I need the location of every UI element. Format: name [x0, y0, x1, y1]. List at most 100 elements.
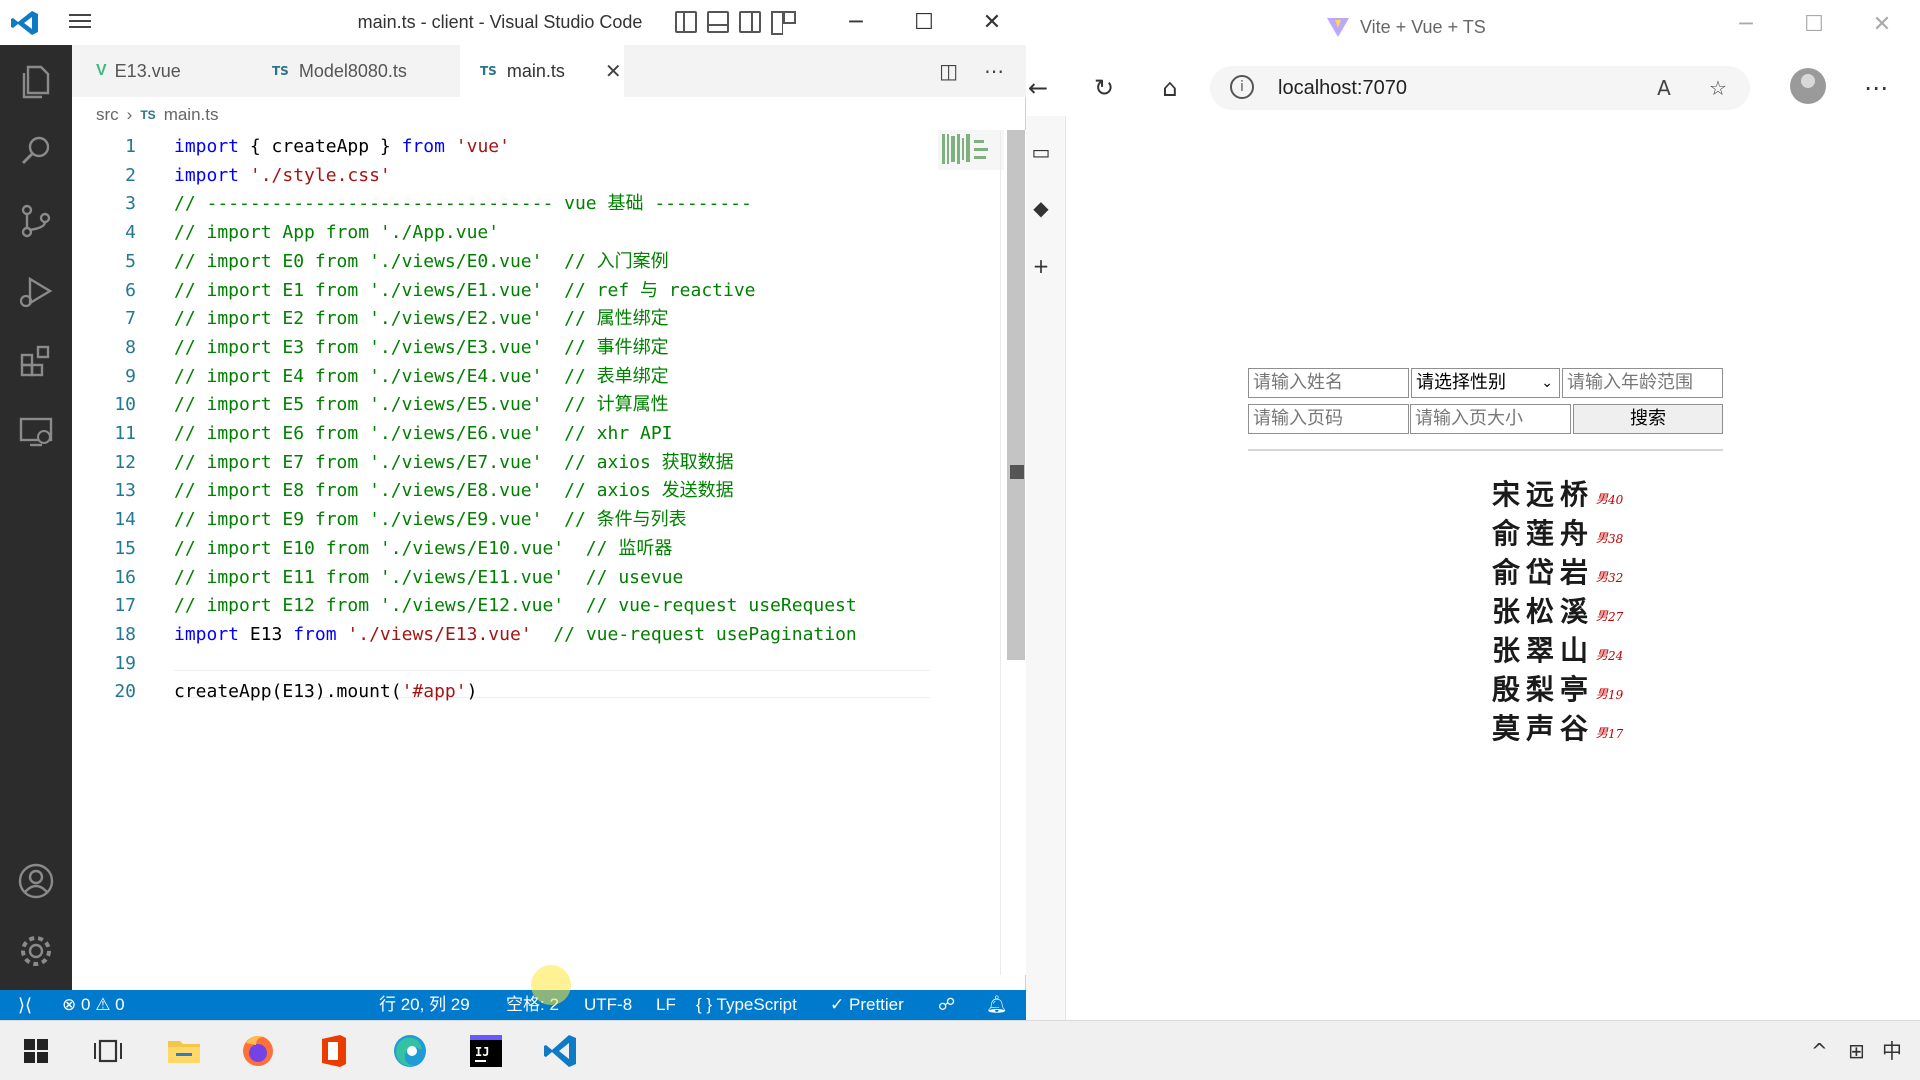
code-line[interactable]: 12 // import E7 from './views/E7.vue' // …	[72, 449, 932, 477]
input-mode-grid-icon[interactable]: ⊞	[1848, 1021, 1865, 1080]
code-line[interactable]: 16 // import E11 from './views/E11.vue' /…	[72, 564, 932, 592]
remote-explorer-icon[interactable]	[16, 411, 56, 451]
customize-layout-icon[interactable]	[771, 11, 796, 35]
show-hidden-icons-chevron-up-icon[interactable]: ^	[1811, 1021, 1828, 1080]
gender-select[interactable]: 请选择性别 ⌄	[1411, 368, 1560, 398]
code-line[interactable]: 11 // import E6 from './views/E6.vue' // …	[72, 420, 932, 448]
read-aloud-icon[interactable]: A	[1650, 74, 1678, 102]
vue-file-icon: V	[96, 62, 107, 79]
toggle-secondary-sidebar-icon[interactable]	[739, 11, 761, 33]
ime-indicator[interactable]: 中	[1882, 1021, 1902, 1080]
maximize-button[interactable]: ☐	[894, 0, 954, 45]
refresh-icon[interactable]: ↻	[1086, 70, 1122, 106]
code-editor[interactable]: 1 import { createApp } from 'vue' 2 import …	[72, 130, 1026, 975]
code-token: './style.css'	[249, 164, 391, 186]
code-line[interactable]: 6 // import E1 from './views/E1.vue' // r…	[72, 277, 932, 305]
code-line[interactable]: 9 // import E4 from './views/E4.vue' // 表…	[72, 363, 932, 391]
windows-start-icon[interactable]	[14, 1029, 58, 1073]
divider	[1248, 449, 1723, 451]
language-mode[interactable]: { } TypeScript	[696, 990, 797, 1020]
code-line[interactable]: 4 // import App from './App.vue'	[72, 219, 932, 247]
accounts-icon[interactable]	[16, 861, 56, 901]
browser-minimize-button[interactable]: ─	[1726, 12, 1766, 48]
home-icon[interactable]: ⌂	[1152, 70, 1188, 106]
code-line[interactable]: 13 // import E8 from './views/E8.vue' // …	[72, 477, 932, 505]
browser-close-button[interactable]: ✕	[1862, 12, 1902, 48]
code-line[interactable]: 14 // import E9 from './views/E9.vue' // …	[72, 506, 932, 534]
file-explorer-icon[interactable]	[162, 1029, 206, 1073]
firefox-icon[interactable]	[236, 1029, 280, 1073]
person-gender: 男	[1596, 726, 1609, 740]
source-control-icon[interactable]	[16, 201, 56, 241]
browser-titlebar: Vite + Vue + TS ─ ☐ ✕	[1026, 0, 1920, 60]
name-input[interactable]: 请输入姓名	[1248, 368, 1409, 398]
chevron-down-icon: ⌄	[1541, 375, 1553, 391]
search-icon[interactable]	[16, 131, 56, 171]
code-line[interactable]: 19	[72, 650, 932, 678]
search-button[interactable]: 搜索	[1573, 404, 1723, 434]
breadcrumb-folder[interactable]: src	[96, 105, 119, 125]
code-line[interactable]: 7 // import E2 from './views/E2.vue' // 属…	[72, 305, 932, 333]
office-icon[interactable]	[312, 1029, 356, 1073]
person-gender: 男	[1596, 648, 1609, 662]
task-view-icon[interactable]	[86, 1029, 130, 1073]
address-bar[interactable]: i localhost:7070 A ☆	[1210, 66, 1750, 110]
encoding[interactable]: UTF-8	[584, 990, 632, 1020]
code-line[interactable]: 5 // import E0 from './views/E0.vue' // 入…	[72, 248, 932, 276]
browser-maximize-button[interactable]: ☐	[1794, 12, 1834, 48]
end-of-line[interactable]: LF	[656, 990, 676, 1020]
prettier-status[interactable]: ✓ Prettier	[830, 990, 904, 1020]
run-debug-icon[interactable]	[16, 271, 56, 311]
vscode-taskbar-icon[interactable]	[538, 1029, 582, 1073]
code-line[interactable]: 15 // import E10 from './views/E10.vue' /…	[72, 535, 932, 563]
more-actions-icon[interactable]: ⋯	[984, 59, 1004, 83]
settings-gear-icon[interactable]	[16, 931, 56, 971]
cursor-position[interactable]: 行 20, 列 29	[379, 990, 470, 1020]
remote-indicator-icon[interactable]: ⟩⟨	[0, 990, 50, 1020]
tab-main-ts[interactable]: TS main.ts ✕	[460, 45, 624, 97]
vertical-scrollbar[interactable]	[1007, 130, 1025, 660]
code-line[interactable]: 10 // import E5 from './views/E5.vue' // …	[72, 391, 932, 419]
minimap[interactable]	[938, 130, 1004, 170]
minimize-button[interactable]: ─	[826, 0, 886, 45]
code-line[interactable]: 3 // -------------------------------- vue…	[72, 190, 932, 218]
add-sidebar-item-icon[interactable]: +	[1026, 246, 1056, 286]
breadcrumb-file[interactable]: main.ts	[164, 105, 219, 125]
tab-e13-vue[interactable]: V E13.vue	[72, 45, 250, 97]
code-line[interactable]: 20 createApp(E13).mount('#app')	[72, 678, 932, 706]
vue-devtools-icon[interactable]: ◆	[1026, 188, 1056, 228]
browser-menu-icon[interactable]: ⋯	[1858, 70, 1894, 106]
line-code: // import E11 from './views/E11.vue' // …	[174, 566, 684, 588]
intellij-idea-icon[interactable]: IJ	[464, 1029, 508, 1073]
code-line[interactable]: 17 // import E12 from './views/E12.vue' /…	[72, 592, 932, 620]
close-tab-icon[interactable]: ✕	[605, 59, 622, 84]
extensions-icon[interactable]	[16, 341, 56, 381]
tab-model8080-ts[interactable]: TS Model8080.ts	[250, 45, 460, 97]
code-line[interactable]: 1 import { createApp } from 'vue'	[72, 133, 932, 161]
toggle-panel-icon[interactable]	[707, 11, 729, 33]
favorite-star-icon[interactable]: ☆	[1704, 74, 1732, 102]
page-size-input[interactable]: 请输入页大小	[1410, 404, 1571, 434]
code-line[interactable]: 2 import './style.css'	[72, 162, 932, 190]
page-number-input[interactable]: 请输入页码	[1248, 404, 1409, 434]
address-text[interactable]: localhost:7070	[1278, 66, 1407, 110]
close-window-button[interactable]: ✕	[962, 0, 1022, 45]
code-line[interactable]: 18 import E13 from './views/E13.vue' // v…	[72, 621, 932, 649]
back-arrow-icon[interactable]: ←	[1020, 70, 1056, 106]
profile-avatar-icon[interactable]	[1790, 68, 1826, 104]
split-editor-icon[interactable]: ◫	[939, 59, 958, 83]
hamburger-menu-icon[interactable]	[66, 10, 94, 36]
explorer-icon[interactable]	[16, 61, 56, 101]
notifications-bell-icon[interactable]: 🔔︎	[986, 990, 1008, 1020]
feedback-icon[interactable]: ☍	[938, 990, 955, 1020]
collections-icon[interactable]: ▭	[1026, 132, 1056, 172]
window-title: main.ts - client - Visual Studio Code	[357, 12, 643, 32]
toggle-primary-sidebar-icon[interactable]	[675, 11, 697, 33]
edge-browser-icon[interactable]	[388, 1029, 432, 1073]
code-line[interactable]: 8 // import E3 from './views/E3.vue' // 事…	[72, 334, 932, 362]
site-info-icon[interactable]: i	[1230, 75, 1254, 99]
problems-indicator[interactable]: ⊗ 0 ⚠ 0	[62, 990, 125, 1020]
person-age: 27	[1608, 610, 1624, 624]
age-range-input[interactable]: 请输入年龄范围	[1562, 368, 1723, 398]
